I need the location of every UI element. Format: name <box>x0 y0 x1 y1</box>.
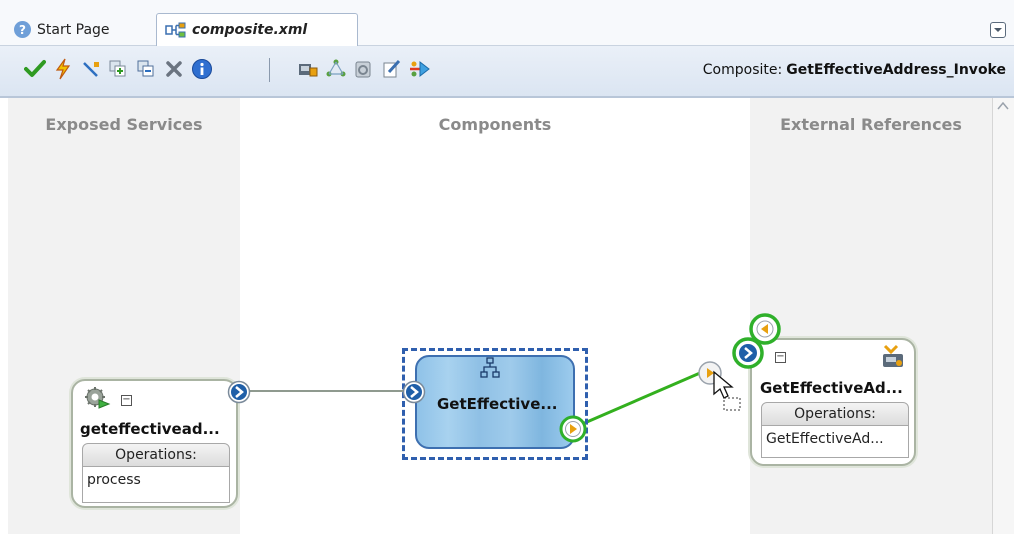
service-operations-header: Operations: <box>82 443 230 467</box>
component-service-port-icon[interactable] <box>402 380 426 404</box>
validate-button[interactable] <box>22 56 48 82</box>
composite-label: Composite: <box>702 62 783 78</box>
chevron-down-icon <box>994 28 1002 32</box>
web-service-gear-icon <box>85 387 111 409</box>
validate-icon <box>24 60 46 77</box>
info-button[interactable] <box>189 56 215 82</box>
info-icon <box>192 59 212 79</box>
copy-icon <box>109 60 126 77</box>
test-icon <box>55 58 71 80</box>
deploy-button[interactable] <box>295 56 321 82</box>
tab-composite-xml-label: composite.xml <box>192 22 308 38</box>
service-operation-item[interactable]: process <box>82 467 230 503</box>
wire-icon <box>83 62 99 77</box>
layout-button[interactable] <box>323 56 349 82</box>
reference-operation-item[interactable]: GetEffectiveAd... <box>761 426 909 458</box>
help-icon: ? <box>14 21 31 38</box>
copy-button[interactable] <box>105 56 131 82</box>
component-reference-port-icon[interactable] <box>559 415 587 443</box>
paste-icon <box>137 60 154 77</box>
editor-tab-bar: ? Start Page composite.xml <box>0 0 1014 46</box>
deploy-icon <box>299 64 318 77</box>
service-name: geteffectivead... <box>80 420 220 438</box>
edit-button[interactable] <box>379 56 405 82</box>
service-collapse-toggle[interactable]: − <box>121 395 132 406</box>
mediator-button[interactable] <box>407 56 433 82</box>
component-to-reference-wire[interactable] <box>572 371 701 430</box>
composite-toolbar: Composite: GetEffectiveAddress_Invoke <box>0 46 1014 98</box>
reference-operations-header: Operations: <box>761 402 909 426</box>
delete-icon <box>166 61 182 77</box>
reference-name: GetEffectiveAd... <box>760 379 903 397</box>
refresh-icon <box>355 61 371 78</box>
tab-start-page-label: Start Page <box>37 21 110 38</box>
delete-button[interactable] <box>161 56 187 82</box>
service-port-icon[interactable] <box>227 380 251 404</box>
bpel-process-icon <box>480 357 500 378</box>
edit-icon <box>383 59 401 78</box>
layout-icon <box>326 59 346 77</box>
reference-adapter-icon <box>883 344 903 367</box>
reference-collapse-toggle[interactable]: − <box>775 352 786 363</box>
component-name: GetEffective... <box>437 395 558 413</box>
drag-cursor-icon <box>713 370 741 411</box>
composite-canvas[interactable]: Exposed Services Components External Ref… <box>0 98 1014 534</box>
tab-list-dropdown[interactable] <box>990 22 1006 38</box>
tab-start-page[interactable]: ? Start Page <box>6 13 154 46</box>
composite-icon <box>165 22 187 38</box>
refresh-button[interactable] <box>351 56 377 82</box>
test-button[interactable] <box>50 56 76 82</box>
reference-service-port-icon[interactable] <box>731 336 765 370</box>
tab-composite-xml[interactable]: composite.xml <box>156 13 358 46</box>
toolbar-separator <box>269 58 270 82</box>
composite-name-display: Composite: GetEffectiveAddress_Invoke <box>703 62 1006 78</box>
wire-button[interactable] <box>78 56 104 82</box>
paste-button[interactable] <box>133 56 159 82</box>
mediator-icon <box>410 60 430 78</box>
composite-name: GetEffectiveAddress_Invoke <box>786 62 1006 78</box>
